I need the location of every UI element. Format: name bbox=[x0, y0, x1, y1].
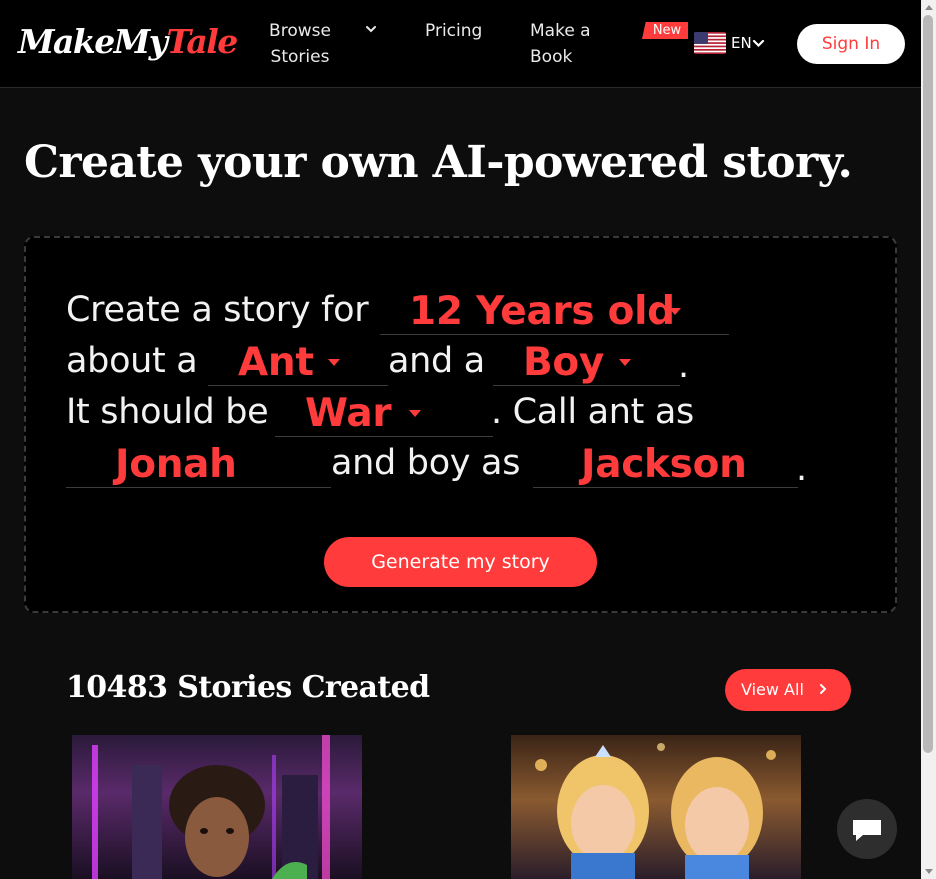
nav-make-a-book[interactable]: Make a Book bbox=[530, 18, 600, 70]
chevron-right-icon[interactable] bbox=[817, 683, 829, 695]
sentence-text: It should be bbox=[66, 392, 269, 432]
nav-pricing[interactable]: Pricing bbox=[425, 18, 482, 44]
top-navbar: MakeMyTale Browse Stories Pricing Make a… bbox=[0, 0, 921, 88]
us-flag-icon[interactable] bbox=[694, 32, 726, 54]
view-all-button[interactable]: View All bbox=[725, 669, 851, 711]
ant-name-input[interactable]: Jonah bbox=[66, 442, 331, 488]
caret-down-icon bbox=[619, 359, 631, 366]
sign-in-button[interactable]: Sign In bbox=[797, 24, 905, 64]
stories-count-heading: 10483 Stories Created bbox=[66, 670, 430, 705]
logo-text-tale: Tale bbox=[166, 22, 238, 61]
theme-select-value: War bbox=[305, 391, 392, 436]
age-select[interactable]: 12 Years old bbox=[380, 289, 729, 335]
age-select-value: 12 Years old bbox=[409, 289, 675, 334]
sentence-period: . bbox=[678, 346, 690, 386]
language-label[interactable]: EN bbox=[731, 34, 752, 52]
page-title: Create your own AI-powered story. bbox=[24, 137, 853, 188]
caret-down-icon bbox=[409, 410, 421, 417]
scroll-down-arrow-icon[interactable] bbox=[925, 869, 933, 874]
scroll-up-arrow-icon[interactable] bbox=[925, 5, 933, 10]
sentence-text: . Call ant as bbox=[491, 392, 694, 432]
character2-select[interactable]: Boy bbox=[493, 340, 680, 386]
sentence-period: . bbox=[796, 449, 808, 489]
character1-select[interactable]: Ant bbox=[208, 340, 388, 386]
view-all-label: View All bbox=[741, 680, 804, 699]
boy-name-input[interactable]: Jackson bbox=[533, 442, 798, 488]
chevron-down-icon[interactable] bbox=[364, 22, 378, 36]
caret-down-icon bbox=[669, 308, 681, 315]
sentence-text: Create a story for bbox=[66, 290, 369, 330]
sentence-text: about a bbox=[66, 341, 198, 381]
chat-bubble-icon bbox=[853, 820, 881, 841]
new-badge: New bbox=[642, 22, 688, 39]
generate-story-button[interactable]: Generate my story bbox=[324, 537, 597, 587]
chat-button[interactable] bbox=[837, 799, 897, 859]
nav-browse-stories[interactable]: Browse Stories bbox=[268, 18, 332, 70]
boy-name-value: Jackson bbox=[581, 442, 747, 487]
chevron-down-icon[interactable] bbox=[752, 37, 765, 50]
theme-select[interactable]: War bbox=[275, 391, 493, 437]
story-card-image[interactable] bbox=[511, 735, 801, 879]
logo[interactable]: MakeMyTale bbox=[18, 22, 238, 61]
sentence-text: and a bbox=[388, 341, 485, 381]
caret-down-icon bbox=[328, 359, 340, 366]
sentence-text: and boy as bbox=[331, 443, 521, 483]
ant-name-value: Jonah bbox=[115, 442, 237, 487]
story-card-image[interactable] bbox=[72, 735, 362, 879]
logo-text-makemy: MakeMy bbox=[18, 22, 168, 61]
page: MakeMyTale Browse Stories Pricing Make a… bbox=[0, 0, 921, 879]
character1-select-value: Ant bbox=[238, 340, 314, 385]
scrollbar-thumb[interactable] bbox=[923, 15, 933, 753]
character2-select-value: Boy bbox=[523, 340, 605, 385]
